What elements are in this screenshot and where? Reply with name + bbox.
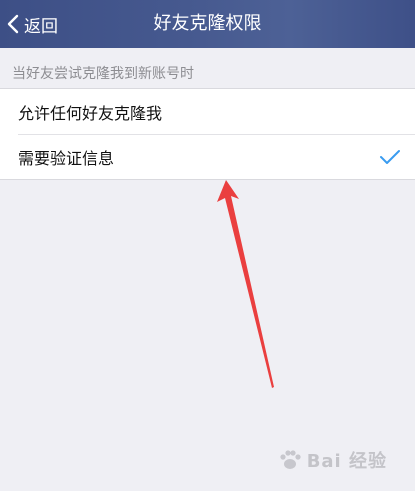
annotation-arrow — [217, 180, 274, 388]
watermark-text: Bai 经验 — [306, 451, 387, 472]
screen: 返回 好友克隆权限 当好友尝试克隆我到新账号时 允许任何好友克隆我 需要验证信息 — [0, 0, 415, 491]
watermark: Bai 经验 — [277, 447, 387, 473]
paw-logo-icon — [280, 450, 301, 469]
